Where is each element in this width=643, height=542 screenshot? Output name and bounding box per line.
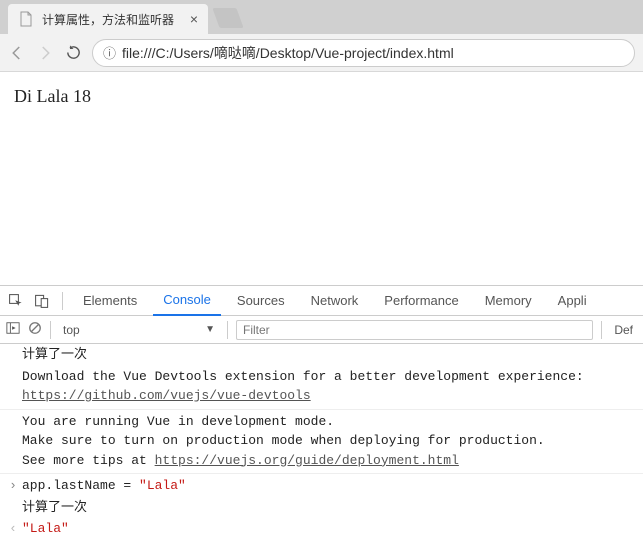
log-message: 计算了一次 bbox=[22, 345, 637, 365]
result-value: "Lala" bbox=[22, 519, 637, 539]
gutter bbox=[4, 367, 22, 406]
devtools-panel: Elements Console Sources Network Perform… bbox=[0, 285, 643, 542]
tab-title: 计算属性，方法和监听器 bbox=[42, 11, 182, 28]
address-bar[interactable]: ⓘ file:///C:/Users/嘀哒嘀/Desktop/Vue-proje… bbox=[92, 39, 635, 67]
code-expression: app.lastName = bbox=[22, 478, 139, 493]
console-output: 计算了一次 Download the Vue Devtools extensio… bbox=[0, 344, 643, 542]
code-string: "Lala" bbox=[139, 478, 186, 493]
separator bbox=[62, 292, 63, 310]
new-tab-button[interactable] bbox=[212, 8, 243, 28]
tab-performance[interactable]: Performance bbox=[374, 286, 468, 316]
console-toolbar: top ▼ Def bbox=[0, 316, 643, 344]
console-log-row: 计算了一次 bbox=[0, 344, 643, 366]
file-icon bbox=[18, 11, 34, 27]
tab-elements[interactable]: Elements bbox=[73, 286, 147, 316]
url-text: file:///C:/Users/嘀哒嘀/Desktop/Vue-project… bbox=[122, 43, 454, 63]
tab-sources[interactable]: Sources bbox=[227, 286, 295, 316]
gutter bbox=[4, 345, 22, 365]
log-text: See more tips at bbox=[22, 453, 155, 468]
log-levels-selector[interactable]: Def bbox=[610, 323, 637, 337]
device-toggle-icon[interactable] bbox=[32, 291, 52, 311]
tab-application[interactable]: Appli bbox=[548, 286, 597, 316]
forward-button[interactable] bbox=[36, 44, 54, 62]
separator bbox=[50, 321, 51, 339]
gutter bbox=[4, 412, 22, 471]
url-bar: ⓘ file:///C:/Users/嘀哒嘀/Desktop/Vue-proje… bbox=[0, 34, 643, 72]
console-log-row: Download the Vue Devtools extension for … bbox=[0, 366, 643, 410]
inspect-element-icon[interactable] bbox=[6, 291, 26, 311]
log-text: Download the Vue Devtools extension for … bbox=[22, 369, 584, 384]
log-message: 计算了一次 bbox=[22, 498, 637, 518]
chevron-down-icon: ▼ bbox=[205, 324, 215, 335]
console-input-row: › app.lastName = "Lala" bbox=[0, 475, 643, 497]
devtools-link[interactable]: https://github.com/vuejs/vue-devtools bbox=[22, 388, 311, 403]
page-text: Di Lala 18 bbox=[14, 86, 91, 106]
gutter bbox=[4, 498, 22, 518]
tab-network[interactable]: Network bbox=[301, 286, 369, 316]
devtools-tabs: Elements Console Sources Network Perform… bbox=[0, 286, 643, 316]
tab-console[interactable]: Console bbox=[153, 286, 221, 316]
log-message: You are running Vue in development mode.… bbox=[22, 412, 637, 471]
toggle-sidebar-icon[interactable] bbox=[6, 321, 20, 338]
context-selector[interactable]: top ▼ bbox=[59, 323, 219, 337]
context-label: top bbox=[63, 323, 80, 337]
console-result-row: ‹ "Lala" bbox=[0, 518, 643, 540]
console-log-row: You are running Vue in development mode.… bbox=[0, 411, 643, 475]
page-viewport: Di Lala 18 bbox=[0, 72, 643, 285]
log-text: Make sure to turn on production mode whe… bbox=[22, 433, 545, 448]
separator bbox=[601, 321, 602, 339]
input-code: app.lastName = "Lala" bbox=[22, 476, 637, 496]
clear-console-icon[interactable] bbox=[28, 321, 42, 338]
console-log-row: 计算了一次 bbox=[0, 497, 643, 519]
separator bbox=[227, 321, 228, 339]
filter-input[interactable] bbox=[236, 320, 593, 340]
browser-tab-bar: 计算属性，方法和监听器 × bbox=[0, 0, 643, 34]
close-tab-icon[interactable]: × bbox=[190, 11, 198, 27]
input-chevron-icon: › bbox=[4, 476, 22, 496]
deployment-link[interactable]: https://vuejs.org/guide/deployment.html bbox=[155, 453, 459, 468]
back-button[interactable] bbox=[8, 44, 26, 62]
output-chevron-icon: ‹ bbox=[4, 519, 22, 539]
info-icon[interactable]: ⓘ bbox=[103, 43, 116, 62]
log-text: You are running Vue in development mode. bbox=[22, 414, 334, 429]
reload-button[interactable] bbox=[64, 44, 82, 62]
tab-memory[interactable]: Memory bbox=[475, 286, 542, 316]
browser-tab[interactable]: 计算属性，方法和监听器 × bbox=[8, 4, 208, 34]
log-message: Download the Vue Devtools extension for … bbox=[22, 367, 637, 406]
